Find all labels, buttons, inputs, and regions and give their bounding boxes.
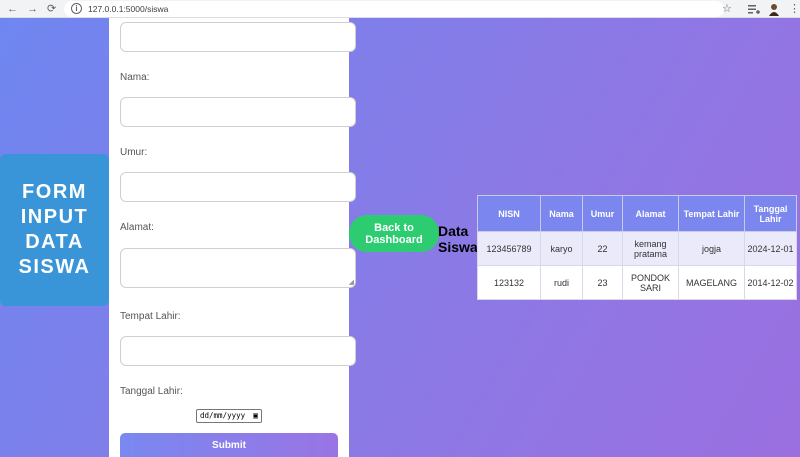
cell-tempat-lahir: MAGELANG [678, 265, 745, 300]
cell-umur: 22 [582, 231, 623, 266]
cell-alamat: PONDOK SARI [622, 265, 679, 300]
form-title: FORM INPUT DATA SISWA [18, 181, 91, 278]
nisn-input[interactable] [120, 22, 356, 52]
media-control-icon[interactable] [748, 4, 760, 14]
page-background: FORM INPUT DATA SISWA Nama: Umur: Alamat… [0, 18, 800, 457]
header-tanggal-lahir: Tanggal Lahir [744, 195, 797, 232]
extension-avatar-icon[interactable] [767, 2, 781, 16]
nama-input[interactable] [120, 97, 356, 127]
table-header-row: NISN Nama Umur Alamat Tempat Lahir Tangg… [477, 195, 797, 232]
umur-input[interactable] [120, 172, 356, 202]
resize-handle-icon[interactable]: ◢ [349, 279, 354, 286]
cell-umur: 23 [582, 265, 623, 300]
reload-icon[interactable]: ⟳ [47, 1, 56, 17]
cell-nama: rudi [540, 265, 583, 300]
tanggal-lahir-date-input[interactable]: dd/mm/yyyy ▣ [196, 409, 262, 423]
alamat-label: Alamat: [120, 222, 154, 233]
table-row: 123132 rudi 23 PONDOK SARI MAGELANG 2014… [477, 265, 797, 300]
browser-menu-icon[interactable]: ⋮ [789, 1, 800, 17]
header-tempat-lahir: Tempat Lahir [678, 195, 745, 232]
browser-toolbar: ← → ⟳ i 127.0.0.1:5000/siswa ☆ ⋮ [0, 0, 800, 18]
forward-arrow-icon[interactable]: → [27, 1, 38, 17]
input-form: Nama: Umur: Alamat: ◢ Tempat Lahir: Tang… [109, 18, 356, 457]
form-title-card: FORM INPUT DATA SISWA [0, 154, 109, 306]
submit-button[interactable]: Submit [120, 433, 338, 457]
site-info-icon[interactable]: i [71, 3, 82, 14]
back-to-dashboard-button[interactable]: Back to Dashboard [349, 215, 439, 252]
table-row: 123456789 karyo 22 kemang pratama jogja … [477, 231, 797, 266]
cell-tempat-lahir: jogja [678, 231, 745, 266]
address-bar[interactable]: i 127.0.0.1:5000/siswa [64, 1, 724, 17]
cell-tanggal-lahir: 2024-12-01 [744, 231, 797, 266]
back-arrow-icon[interactable]: ← [7, 1, 18, 17]
header-nisn: NISN [477, 195, 541, 232]
cell-nama: karyo [540, 231, 583, 266]
student-data-table: NISN Nama Umur Alamat Tempat Lahir Tangg… [477, 195, 797, 300]
cell-alamat: kemang pratama [622, 231, 679, 266]
calendar-icon[interactable]: ▣ [253, 410, 258, 422]
nama-label: Nama: [120, 72, 150, 83]
bookmark-star-icon[interactable]: ☆ [722, 1, 732, 17]
cell-nisn: 123132 [477, 265, 541, 300]
umur-label: Umur: [120, 147, 148, 158]
header-alamat: Alamat [622, 195, 679, 232]
url-text[interactable]: 127.0.0.1:5000/siswa [88, 2, 168, 16]
tempat-lahir-label: Tempat Lahir: [120, 311, 181, 322]
date-placeholder: dd/mm/yyyy [200, 411, 246, 420]
tempat-lahir-input[interactable] [120, 336, 356, 366]
cell-tanggal-lahir: 2014-12-02 [744, 265, 797, 300]
header-nama: Nama [540, 195, 583, 232]
alamat-textarea[interactable]: ◢ [120, 248, 356, 288]
back-to-dashboard-label: Back to Dashboard [365, 221, 423, 246]
header-umur: Umur [582, 195, 623, 232]
data-siswa-title: Data Siswa [438, 223, 478, 255]
tanggal-lahir-label: Tanggal Lahir: [120, 386, 183, 397]
cell-nisn: 123456789 [477, 231, 541, 266]
